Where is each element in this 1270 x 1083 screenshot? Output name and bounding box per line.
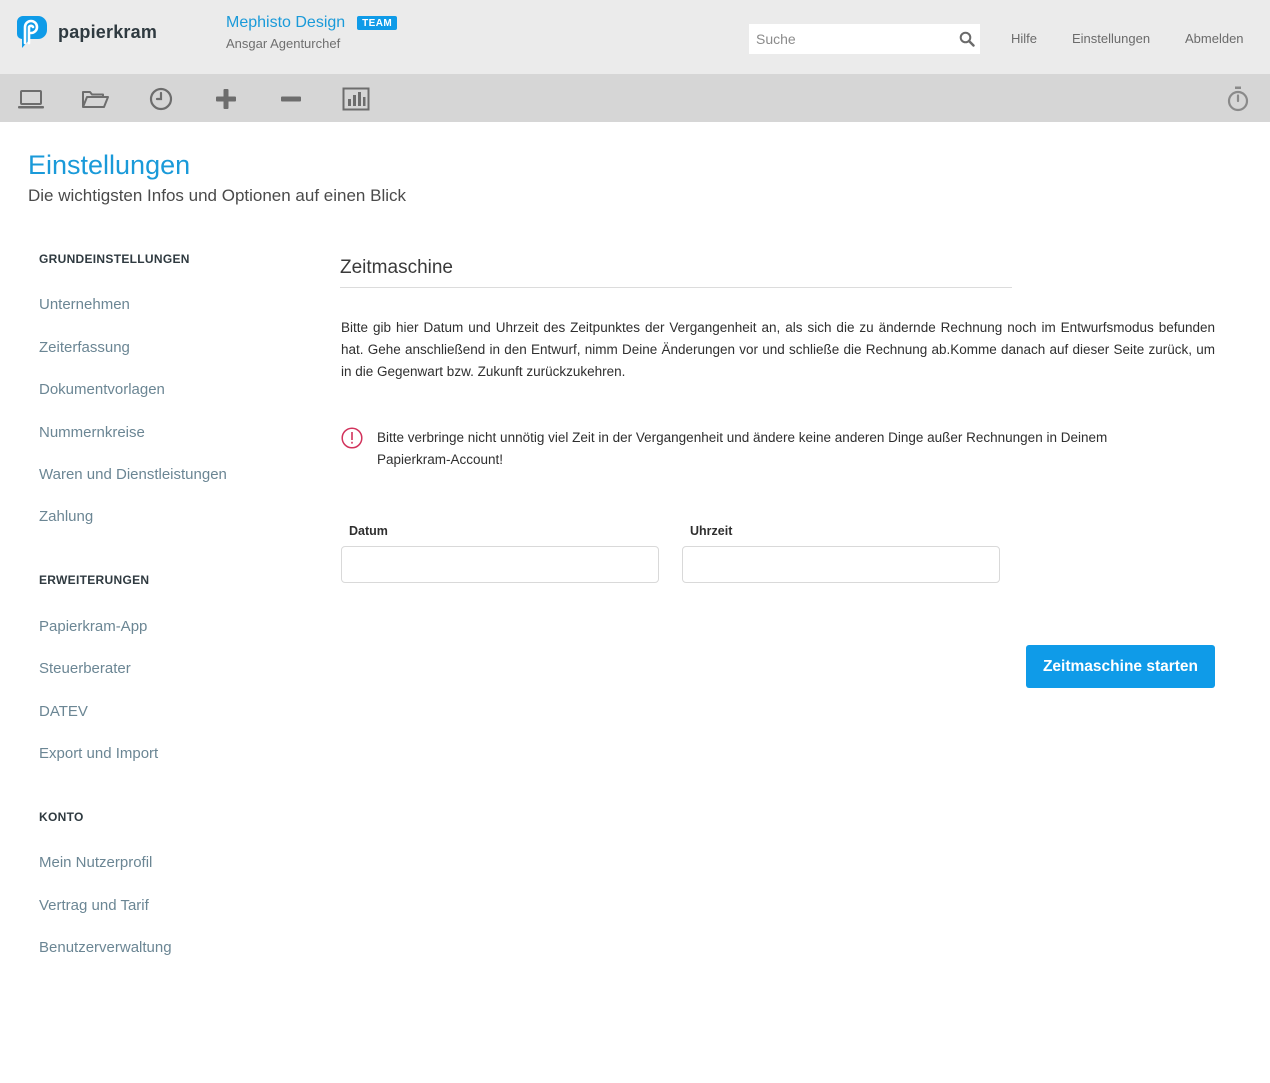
sidebar-item-time-tracking[interactable]: Zeiterfassung	[39, 339, 130, 356]
sidebar-item-export-import[interactable]: Export und Import	[39, 745, 158, 762]
sidebar-item-number-ranges[interactable]: Nummernkreise	[39, 424, 145, 441]
search-icon[interactable]	[959, 31, 975, 47]
current-user-name: Ansgar Agenturchef	[226, 36, 341, 51]
start-time-machine-button[interactable]: Zeitmaschine starten	[1026, 645, 1215, 688]
bar-chart-icon[interactable]	[342, 86, 370, 112]
folder-open-icon[interactable]	[81, 86, 109, 112]
company-name[interactable]: Mephisto Design	[226, 14, 345, 32]
clock-icon[interactable]	[147, 86, 175, 112]
toolbar	[0, 74, 1270, 122]
papierkram-logo-icon	[17, 16, 47, 48]
sidebar-heading-extensions: ERWEITERUNGEN	[39, 573, 150, 587]
search-input[interactable]	[749, 24, 952, 54]
top-header: papierkram Mephisto Design TEAM Ansgar A…	[0, 0, 1270, 74]
sidebar-item-products-services[interactable]: Waren und Dienstleistungen	[39, 466, 227, 483]
laptop-icon[interactable]	[17, 86, 45, 112]
papierkram-logo[interactable]: papierkram	[16, 14, 157, 50]
sidebar-item-papierkram-app[interactable]: Papierkram-App	[39, 618, 147, 635]
sidebar-item-document-templates[interactable]: Dokumentvorlagen	[39, 381, 165, 398]
warning-icon	[341, 427, 363, 449]
stopwatch-icon[interactable]	[1224, 86, 1252, 112]
page-subtitle: Die wichtigsten Infos und Optionen auf e…	[28, 186, 407, 205]
team-badge: TEAM	[357, 16, 398, 30]
sidebar-item-company[interactable]: Unternehmen	[39, 296, 130, 313]
sidebar-item-datev[interactable]: DATEV	[39, 703, 88, 720]
section-divider	[340, 287, 1012, 288]
logout-link[interactable]: Abmelden	[1185, 31, 1244, 46]
sidebar-heading-account: KONTO	[39, 810, 84, 824]
time-label: Uhrzeit	[690, 524, 733, 538]
warning-text: Bitte verbringe nicht unnötig viel Zeit …	[377, 430, 1108, 467]
sidebar-item-user-management[interactable]: Benutzerverwaltung	[39, 939, 172, 956]
logo-text: papierkram	[58, 21, 158, 42]
sidebar-item-tax-advisor[interactable]: Steuerberater	[39, 660, 131, 677]
sidebar-item-payment[interactable]: Zahlung	[39, 508, 93, 525]
page-title: Einstellungen	[28, 150, 191, 180]
search-box	[749, 24, 980, 54]
date-label: Datum	[349, 524, 388, 538]
date-input[interactable]	[341, 546, 659, 583]
intro-text: Bitte gib hier Datum und Uhrzeit des Zei…	[341, 320, 1215, 379]
plus-icon[interactable]	[212, 86, 240, 112]
sidebar-item-contract-plan[interactable]: Vertrag und Tarif	[39, 897, 149, 914]
sidebar-item-user-profile[interactable]: Mein Nutzerprofil	[39, 854, 152, 871]
section-title: Zeitmaschine	[340, 257, 453, 278]
help-link[interactable]: Hilfe	[1011, 31, 1037, 46]
settings-link[interactable]: Einstellungen	[1072, 31, 1150, 46]
minus-icon[interactable]	[277, 86, 305, 112]
time-input[interactable]	[682, 546, 1000, 583]
sidebar-heading-basic-settings: GRUNDEINSTELLUNGEN	[39, 252, 190, 266]
company-info: Mephisto Design TEAM Ansgar Agenturchef	[226, 14, 398, 51]
